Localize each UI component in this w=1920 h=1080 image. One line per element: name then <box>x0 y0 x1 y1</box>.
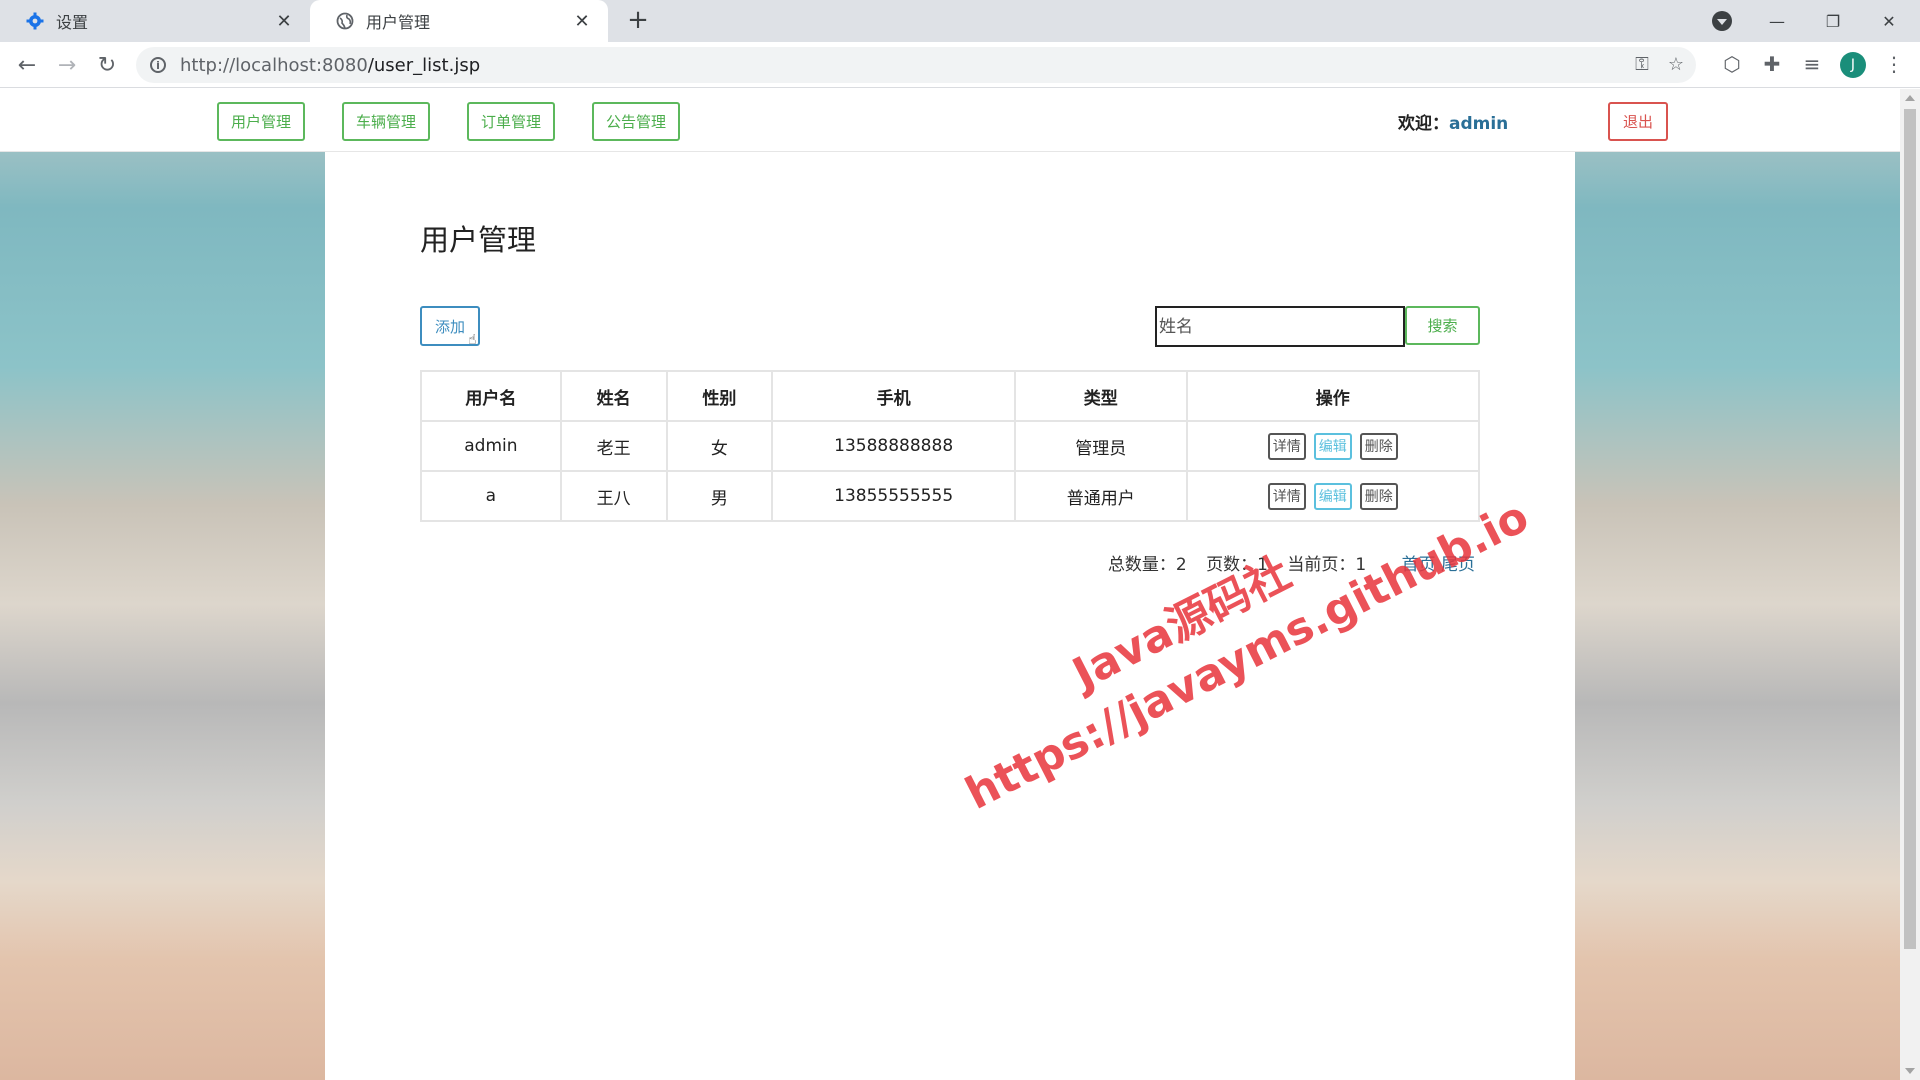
cell-name: 老王 <box>559 420 668 472</box>
tab-search-dropdown-icon[interactable] <box>1712 11 1732 31</box>
cell-type: 管理员 <box>1014 420 1188 472</box>
cell-gender: 女 <box>665 420 774 472</box>
table-row: admin 老王 女 13588888888 管理员 详情 编辑 删除 <box>420 420 1481 472</box>
scrollbar-thumb[interactable] <box>1904 109 1916 949</box>
new-tab-plus-icon[interactable]: + <box>624 7 652 35</box>
page-scrollbar[interactable] <box>1900 89 1920 1080</box>
url-text: http://localhost:8080/user_list.jsp <box>180 54 481 76</box>
window-close-icon[interactable]: ✕ <box>1866 0 1912 42</box>
browser-tab-bar: 设置 ✕ 用户管理 ✕ + — ❐ ✕ <box>0 0 1920 42</box>
avatar[interactable]: J <box>1840 52 1866 78</box>
header-phone: 手机 <box>771 370 1016 422</box>
table-header-row: 用户名 姓名 性别 手机 类型 操作 <box>420 370 1481 422</box>
header-username: 用户名 <box>420 370 562 422</box>
close-icon[interactable]: ✕ <box>274 11 294 32</box>
nav-vehicle-management-button[interactable]: 车辆管理 <box>342 102 431 141</box>
detail-button[interactable]: 详情 <box>1267 482 1306 510</box>
search-name-input[interactable] <box>1155 306 1405 347</box>
browser-tab-settings[interactable]: 设置 ✕ <box>0 0 310 42</box>
info-icon[interactable]: i <box>150 57 166 73</box>
star-icon[interactable]: ☆ <box>1666 55 1686 75</box>
total-count: 总数量：2 <box>1107 555 1187 575</box>
scroll-up-arrow-icon[interactable] <box>1905 95 1915 101</box>
browser-toolbar: ← → ↻ i http://localhost:8080/user_list.… <box>0 42 1920 88</box>
extension-shield-icon[interactable]: ⬡ <box>1720 52 1744 76</box>
edit-button[interactable]: 编辑 <box>1313 482 1352 510</box>
current-username: admin <box>1449 114 1509 134</box>
table-row: a 王八 男 13855555555 普通用户 详情 编辑 删除 <box>420 470 1481 522</box>
header-name: 姓名 <box>559 370 668 422</box>
cell-type: 普通用户 <box>1014 470 1188 522</box>
header-actions: 操作 <box>1185 370 1481 422</box>
globe-icon <box>336 12 354 30</box>
back-arrow-icon[interactable]: ← <box>12 50 42 80</box>
scroll-down-arrow-icon[interactable] <box>1905 1068 1915 1074</box>
user-table: 用户名 姓名 性别 手机 类型 操作 admin 老王 女 1358888888… <box>420 370 1481 522</box>
cell-username: a <box>420 470 562 522</box>
gear-icon <box>26 12 44 30</box>
puzzle-icon[interactable]: ✚ <box>1760 52 1784 76</box>
hand-cursor-icon: ☝ <box>468 332 477 348</box>
tab-title: 设置 <box>56 13 89 32</box>
cell-username: admin <box>420 420 562 472</box>
page-title: 用户管理 <box>420 223 537 257</box>
edit-button[interactable]: 编辑 <box>1313 432 1352 460</box>
welcome-text: 欢迎：admin <box>1398 109 1508 134</box>
browser-tab-user-management[interactable]: 用户管理 ✕ <box>310 0 608 42</box>
header-gender: 性别 <box>665 370 774 422</box>
nav-notice-management-button[interactable]: 公告管理 <box>592 102 681 141</box>
top-navigation: 用户管理 车辆管理 订单管理 公告管理 欢迎：admin 退出 <box>0 89 1900 152</box>
search-button[interactable]: 搜索 <box>1405 306 1480 345</box>
cell-name: 王八 <box>559 470 668 522</box>
forward-arrow-icon[interactable]: → <box>52 50 82 80</box>
close-icon[interactable]: ✕ <box>572 11 592 32</box>
cell-gender: 男 <box>665 470 774 522</box>
address-bar[interactable]: i http://localhost:8080/user_list.jsp ⚿ … <box>136 47 1696 83</box>
reload-icon[interactable]: ↻ <box>92 50 122 80</box>
cell-phone: 13855555555 <box>771 470 1016 522</box>
welcome-label: 欢迎： <box>1398 114 1449 134</box>
header-type: 类型 <box>1014 370 1188 422</box>
minimize-icon[interactable]: — <box>1754 0 1800 42</box>
key-icon[interactable]: ⚿ <box>1632 55 1652 75</box>
nav-order-management-button[interactable]: 订单管理 <box>467 102 556 141</box>
tab-title: 用户管理 <box>366 13 431 32</box>
media-queue-icon[interactable]: ≡ <box>1800 52 1824 76</box>
delete-button[interactable]: 删除 <box>1359 432 1398 460</box>
menu-dots-icon[interactable]: ⋮ <box>1882 52 1906 76</box>
page-viewport: 用户管理 车辆管理 订单管理 公告管理 欢迎：admin 退出 用户管理 添加 … <box>0 89 1900 1080</box>
detail-button[interactable]: 详情 <box>1267 432 1306 460</box>
restore-icon[interactable]: ❐ <box>1810 0 1856 42</box>
nav-user-management-button[interactable]: 用户管理 <box>217 102 306 141</box>
logout-button[interactable]: 退出 <box>1608 102 1668 141</box>
cell-phone: 13588888888 <box>771 420 1016 472</box>
